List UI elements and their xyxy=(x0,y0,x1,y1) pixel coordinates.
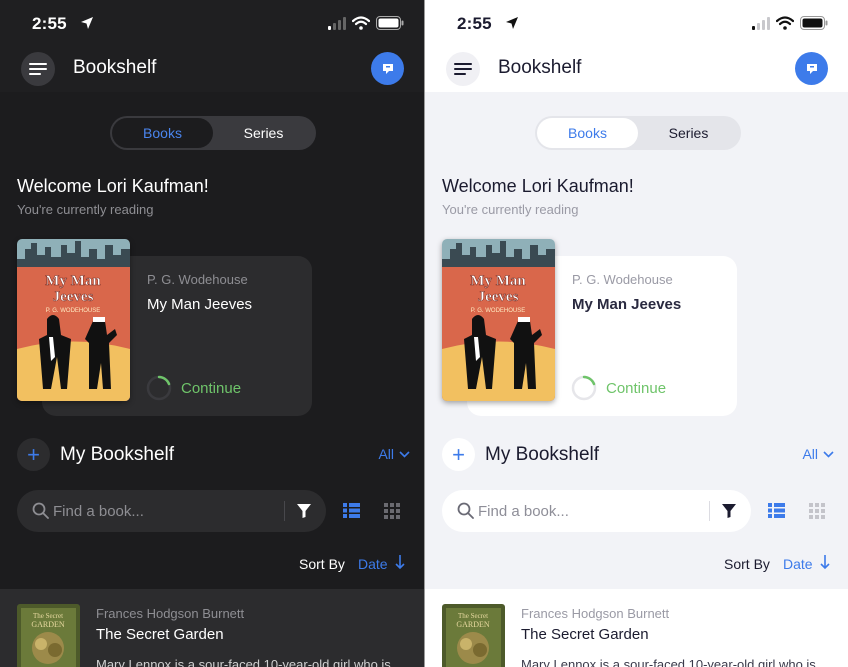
search-bar xyxy=(442,490,751,532)
tab-books[interactable]: Books xyxy=(112,118,213,148)
search-divider xyxy=(709,501,710,521)
list-item-description: Mary Lennox is a sour-faced 10-year-old … xyxy=(96,657,391,667)
reading-subtitle: You're currently reading xyxy=(442,202,579,217)
shelf-filter-dropdown[interactable]: All xyxy=(378,446,410,462)
bookshelf-heading: My Bookshelf xyxy=(60,444,175,465)
plus-icon: + xyxy=(27,441,40,467)
wifi-icon xyxy=(352,16,370,30)
dark-mode-screen: 2:55 Bookshelf Books Series Welcome Lori… xyxy=(0,0,424,667)
search-input[interactable] xyxy=(478,500,708,522)
list-cover-text-line1: The Secret xyxy=(458,612,488,620)
location-arrow-icon xyxy=(81,17,93,29)
list-cover-text-line1: The Secret xyxy=(33,612,63,620)
cellular-signal-icon xyxy=(328,17,346,30)
arrow-down-icon[interactable] xyxy=(395,554,405,570)
chat-icon xyxy=(806,63,817,74)
list-item-author: Frances Hodgson Burnett xyxy=(521,606,670,621)
location-arrow-icon xyxy=(506,17,518,29)
add-book-button[interactable]: + xyxy=(17,438,50,471)
cellular-signal-icon xyxy=(752,17,770,30)
progress-ring-icon xyxy=(146,375,172,401)
list-cover-text-line2: GARDEN xyxy=(456,620,490,629)
arrow-down-icon[interactable] xyxy=(820,554,830,570)
sort-value-button[interactable]: Date xyxy=(783,556,813,572)
plus-icon: + xyxy=(452,441,465,467)
tab-series[interactable]: Series xyxy=(213,118,314,148)
book-cover-my-man-jeeves[interactable]: My Man Jeeves P. G. WODEHOUSE xyxy=(17,239,130,401)
welcome-heading: Welcome Lori Kaufman! xyxy=(17,176,209,196)
book-cover-my-man-jeeves[interactable]: My Man Jeeves P. G. WODEHOUSE xyxy=(442,239,555,401)
search-icon xyxy=(32,502,49,519)
grid-view-icon[interactable] xyxy=(809,503,825,519)
list-item-title[interactable]: The Secret Garden xyxy=(96,626,224,643)
battery-icon xyxy=(800,16,828,30)
current-book-title: My Man Jeeves xyxy=(147,296,253,313)
menu-button[interactable] xyxy=(21,52,55,86)
tab-books[interactable]: Books xyxy=(537,118,638,148)
shelf-filter-value: All xyxy=(802,446,818,462)
tab-series[interactable]: Series xyxy=(638,118,739,148)
current-book-author: P. G. Wodehouse xyxy=(572,272,673,287)
bookshelf-heading: My Bookshelf xyxy=(485,444,600,465)
shelf-filter-dropdown[interactable]: All xyxy=(802,446,834,462)
status-time: 2:55 xyxy=(457,14,492,33)
list-item-author: Frances Hodgson Burnett xyxy=(96,606,245,621)
filter-funnel-icon[interactable] xyxy=(296,503,312,519)
add-book-button[interactable]: + xyxy=(442,438,475,471)
continue-button[interactable]: Continue xyxy=(606,380,666,397)
cover-author: P. G. WODEHOUSE xyxy=(471,308,526,314)
book-cover-secret-garden[interactable]: The Secret GARDEN xyxy=(17,604,80,667)
search-bar xyxy=(17,490,326,532)
status-time: 2:55 xyxy=(32,14,67,33)
page-title: Bookshelf xyxy=(498,57,582,78)
shelf-filter-value: All xyxy=(378,446,394,462)
search-input[interactable] xyxy=(53,500,283,522)
welcome-heading: Welcome Lori Kaufman! xyxy=(442,176,634,196)
filter-funnel-icon[interactable] xyxy=(721,503,737,519)
sort-label: Sort By xyxy=(724,556,770,572)
wifi-icon xyxy=(776,16,794,30)
light-mode-screen: 2:55 Bookshelf Books Series Welcome Lori… xyxy=(425,0,848,667)
list-view-icon[interactable] xyxy=(343,503,360,518)
chat-icon xyxy=(382,63,393,74)
chevron-down-icon xyxy=(823,450,834,458)
search-icon xyxy=(457,502,474,519)
current-book-title: My Man Jeeves xyxy=(572,296,682,313)
list-item-description: Mary Lennox is a sour-faced 10-year-old … xyxy=(521,657,816,667)
reading-subtitle: You're currently reading xyxy=(17,202,154,217)
search-divider xyxy=(284,501,285,521)
hamburger-menu-icon xyxy=(29,63,47,75)
list-cover-text-line2: GARDEN xyxy=(31,620,65,629)
hamburger-menu-icon xyxy=(454,63,472,75)
sort-value-button[interactable]: Date xyxy=(358,556,388,572)
chevron-down-icon xyxy=(399,450,410,458)
menu-button[interactable] xyxy=(446,52,480,86)
cover-title-line2: Jeeves xyxy=(53,289,94,305)
current-book-author: P. G. Wodehouse xyxy=(147,272,248,287)
cover-title-line1: My Man xyxy=(45,273,101,289)
sort-label: Sort By xyxy=(299,556,345,572)
chat-button[interactable] xyxy=(371,52,404,85)
books-series-toggle: Books Series xyxy=(535,116,741,150)
list-item-title[interactable]: The Secret Garden xyxy=(521,626,649,643)
grid-view-icon[interactable] xyxy=(384,503,400,519)
cover-author: P. G. WODEHOUSE xyxy=(46,308,101,314)
battery-icon xyxy=(376,16,404,30)
progress-ring-icon xyxy=(571,375,597,401)
chat-button[interactable] xyxy=(795,52,828,85)
book-cover-secret-garden[interactable]: The Secret GARDEN xyxy=(442,604,505,667)
page-title: Bookshelf xyxy=(73,57,157,78)
cover-title-line2: Jeeves xyxy=(478,289,519,305)
continue-button[interactable]: Continue xyxy=(181,380,241,397)
books-series-toggle: Books Series xyxy=(110,116,316,150)
cover-title-line1: My Man xyxy=(470,273,526,289)
list-view-icon[interactable] xyxy=(768,503,785,518)
